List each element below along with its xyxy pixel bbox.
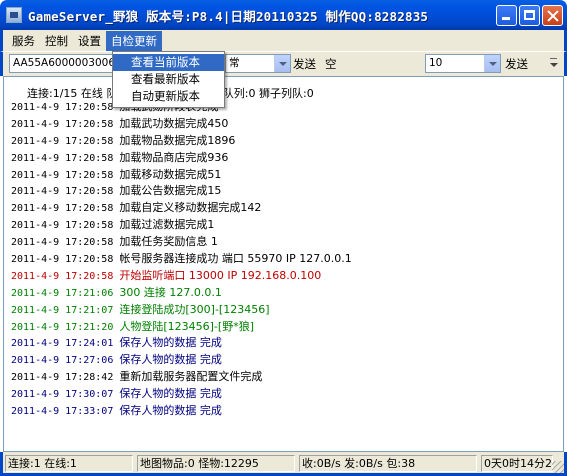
log-message: 保存人物的数据 完成 bbox=[119, 404, 222, 418]
send-button-2[interactable]: 发送 bbox=[505, 56, 528, 72]
log-timestamp: 2011-4-9 17:33:07 bbox=[11, 406, 114, 418]
log-message: 人物登陆[123456]-[野*狼] bbox=[119, 319, 254, 333]
log-timestamp: 2011-4-9 17:20:58 bbox=[11, 135, 114, 147]
log-line: 2011-4-9 17:24:01 保存人物的数据 完成 bbox=[11, 335, 352, 352]
menu-service[interactable]: 服务 bbox=[7, 31, 40, 51]
status-connections: 连接:1 在线:1 bbox=[5, 455, 133, 472]
log-line: 2011-4-9 17:20:58 加载自定义移动数据完成142 bbox=[11, 200, 352, 217]
status-map-items: 地图物品:0 怪物:12295 bbox=[137, 455, 295, 472]
window-title: GameServer_野狼 版本号:P8.4|日期20110325 制作QQ:8… bbox=[28, 8, 429, 24]
log-message: 加载武功数据完成450 bbox=[119, 116, 229, 130]
log-timestamp: 2011-4-9 17:30:07 bbox=[11, 389, 114, 401]
title-bar[interactable]: GameServer_野狼 版本号:P8.4|日期20110325 制作QQ:8… bbox=[0, 0, 567, 30]
minimize-icon[interactable] bbox=[496, 5, 517, 26]
log-message: 帐号服务器连接成功 端口 55970 IP 127.0.0.1 bbox=[119, 252, 352, 266]
count-select[interactable]: 10 bbox=[425, 54, 501, 73]
self-check-update-dropdown: 查看当前版本 查看最新版本 自动更新版本 bbox=[112, 51, 225, 108]
log-message: 连接登陆成功[300]-[123456] bbox=[119, 302, 270, 316]
log-line: 2011-4-9 17:20:58 加载公告数据完成15 bbox=[11, 183, 352, 200]
close-icon[interactable] bbox=[542, 5, 563, 26]
log-message: 加载物品商店完成936 bbox=[119, 150, 229, 164]
log-line: 2011-4-9 17:20:58 加载物品数据完成1896 bbox=[11, 133, 352, 150]
log-message: 加载过滤数据完成1 bbox=[119, 218, 215, 232]
toolbar-overflow-icon[interactable] bbox=[550, 58, 558, 70]
log-line: 2011-4-9 17:20:58 帐号服务器连接成功 端口 55970 IP 1… bbox=[11, 251, 352, 268]
log-timestamp: 2011-4-9 17:20:58 bbox=[11, 203, 114, 215]
menu-control[interactable]: 控制 bbox=[40, 31, 73, 51]
log-timestamp: 2011-4-9 17:20:58 bbox=[11, 220, 114, 232]
log-line: 2011-4-9 17:20:58 加载任务奖励信息 1 bbox=[11, 234, 352, 251]
log-timestamp: 2011-4-9 17:24:01 bbox=[11, 338, 114, 350]
send-button-1[interactable]: 发送 bbox=[293, 56, 316, 72]
log-line: 2011-4-9 17:21:06 300 连接 127.0.0.1 bbox=[11, 285, 352, 302]
log-list: 2011-4-9 17:20:58加载武勋阶段表完成2011-4-9 17:20… bbox=[11, 99, 352, 420]
log-message: 保存人物的数据 完成 bbox=[119, 353, 222, 367]
log-timestamp: 2011-4-9 17:20:58 bbox=[11, 152, 114, 164]
log-message: 加载物品数据完成1896 bbox=[119, 133, 236, 147]
log-line: 2011-4-9 17:27:06 保存人物的数据 完成 bbox=[11, 352, 352, 369]
window-controls bbox=[496, 5, 563, 26]
log-timestamp: 2011-4-9 17:21:20 bbox=[11, 321, 114, 333]
log-line: 2011-4-9 17:20:58 开始监听端口 13000 IP 192.168… bbox=[11, 268, 352, 285]
log-message: 加载移动数据完成51 bbox=[119, 167, 222, 181]
log-message: 重新加载服务器配置文件完成 bbox=[119, 370, 263, 384]
log-pane[interactable]: 连接:1/15 在线 队:0 离线队列:0 数据库队列:0 狮子列队:0 201… bbox=[3, 76, 564, 452]
log-message: 保存人物的数据 完成 bbox=[119, 336, 222, 350]
log-message: 300 连接 127.0.0.1 bbox=[119, 285, 222, 299]
log-timestamp: 2011-4-9 17:20:58 bbox=[11, 169, 114, 181]
status-uptime: 0天0时14分21 bbox=[481, 455, 553, 472]
log-timestamp: 2011-4-9 17:20:58 bbox=[11, 118, 114, 130]
log-timestamp: 2011-4-9 17:21:07 bbox=[11, 304, 114, 316]
log-message: 保存人物的数据 完成 bbox=[119, 387, 222, 401]
status-traffic: 收:0B/s 发:0B/s 包:38 bbox=[299, 455, 477, 472]
menu-bar: 服务 控制 设置 自检更新 bbox=[0, 30, 567, 51]
log-line: 2011-4-9 17:20:58 加载武功数据完成450 bbox=[11, 116, 352, 133]
log-line: 2011-4-9 17:30:07 保存人物的数据 完成 bbox=[11, 386, 352, 403]
maximize-icon[interactable] bbox=[519, 5, 540, 26]
log-line: 2011-4-9 17:20:58 加载移动数据完成51 bbox=[11, 167, 352, 184]
dropdown-view-current-version[interactable]: 查看当前版本 bbox=[113, 54, 224, 71]
log-message: 加载自定义移动数据完成142 bbox=[119, 201, 262, 215]
toolbar: AA55A600000300660 常 发送 空 10 发送 bbox=[0, 51, 567, 76]
log-line: 2011-4-9 17:20:58 加载过滤数据完成1 bbox=[11, 217, 352, 234]
log-timestamp: 2011-4-9 17:27:06 bbox=[11, 355, 114, 367]
chevron-down-icon[interactable] bbox=[484, 55, 500, 72]
mode-select-value: 常 bbox=[229, 57, 240, 69]
log-timestamp: 2011-4-9 17:20:58 bbox=[11, 270, 114, 282]
empty-label: 空 bbox=[325, 57, 337, 71]
log-timestamp: 2011-4-9 17:28:42 bbox=[11, 372, 114, 384]
app-icon bbox=[6, 7, 22, 23]
dropdown-auto-update-version[interactable]: 自动更新版本 bbox=[113, 88, 224, 105]
log-timestamp: 2011-4-9 17:20:58 bbox=[11, 254, 114, 266]
log-message: 加载公告数据完成15 bbox=[119, 184, 222, 198]
log-line: 2011-4-9 17:21:20 人物登陆[123456]-[野*狼] bbox=[11, 319, 352, 336]
dropdown-view-latest-version[interactable]: 查看最新版本 bbox=[113, 71, 224, 88]
resize-grip-icon[interactable] bbox=[552, 461, 564, 473]
log-message: 开始监听端口 13000 IP 192.168.0.100 bbox=[119, 268, 322, 282]
log-line: 2011-4-9 17:20:58 加载物品商店完成936 bbox=[11, 150, 352, 167]
menu-settings[interactable]: 设置 bbox=[73, 31, 106, 51]
log-line: 2011-4-9 17:28:42 重新加载服务器配置文件完成 bbox=[11, 369, 352, 386]
log-line: 2011-4-9 17:33:07 保存人物的数据 完成 bbox=[11, 403, 352, 420]
log-timestamp: 2011-4-9 17:20:58 bbox=[11, 102, 114, 113]
log-timestamp: 2011-4-9 17:20:58 bbox=[11, 186, 114, 198]
mode-select[interactable]: 常 bbox=[225, 54, 291, 73]
log-timestamp: 2011-4-9 17:20:58 bbox=[11, 237, 114, 249]
hex-packet-input[interactable]: AA55A600000300660 bbox=[9, 54, 115, 73]
count-select-value: 10 bbox=[429, 57, 443, 69]
log-timestamp: 2011-4-9 17:21:06 bbox=[11, 287, 114, 299]
log-line: 2011-4-9 17:21:07 连接登陆成功[300]-[123456] bbox=[11, 302, 352, 319]
log-message: 加载任务奖励信息 1 bbox=[119, 235, 218, 249]
chevron-down-icon[interactable] bbox=[274, 55, 290, 72]
menu-self-check-update[interactable]: 自检更新 bbox=[106, 30, 162, 51]
status-bar: 连接:1 在线:1 地图物品:0 怪物:12295 收:0B/s 发:0B/s … bbox=[0, 452, 567, 476]
